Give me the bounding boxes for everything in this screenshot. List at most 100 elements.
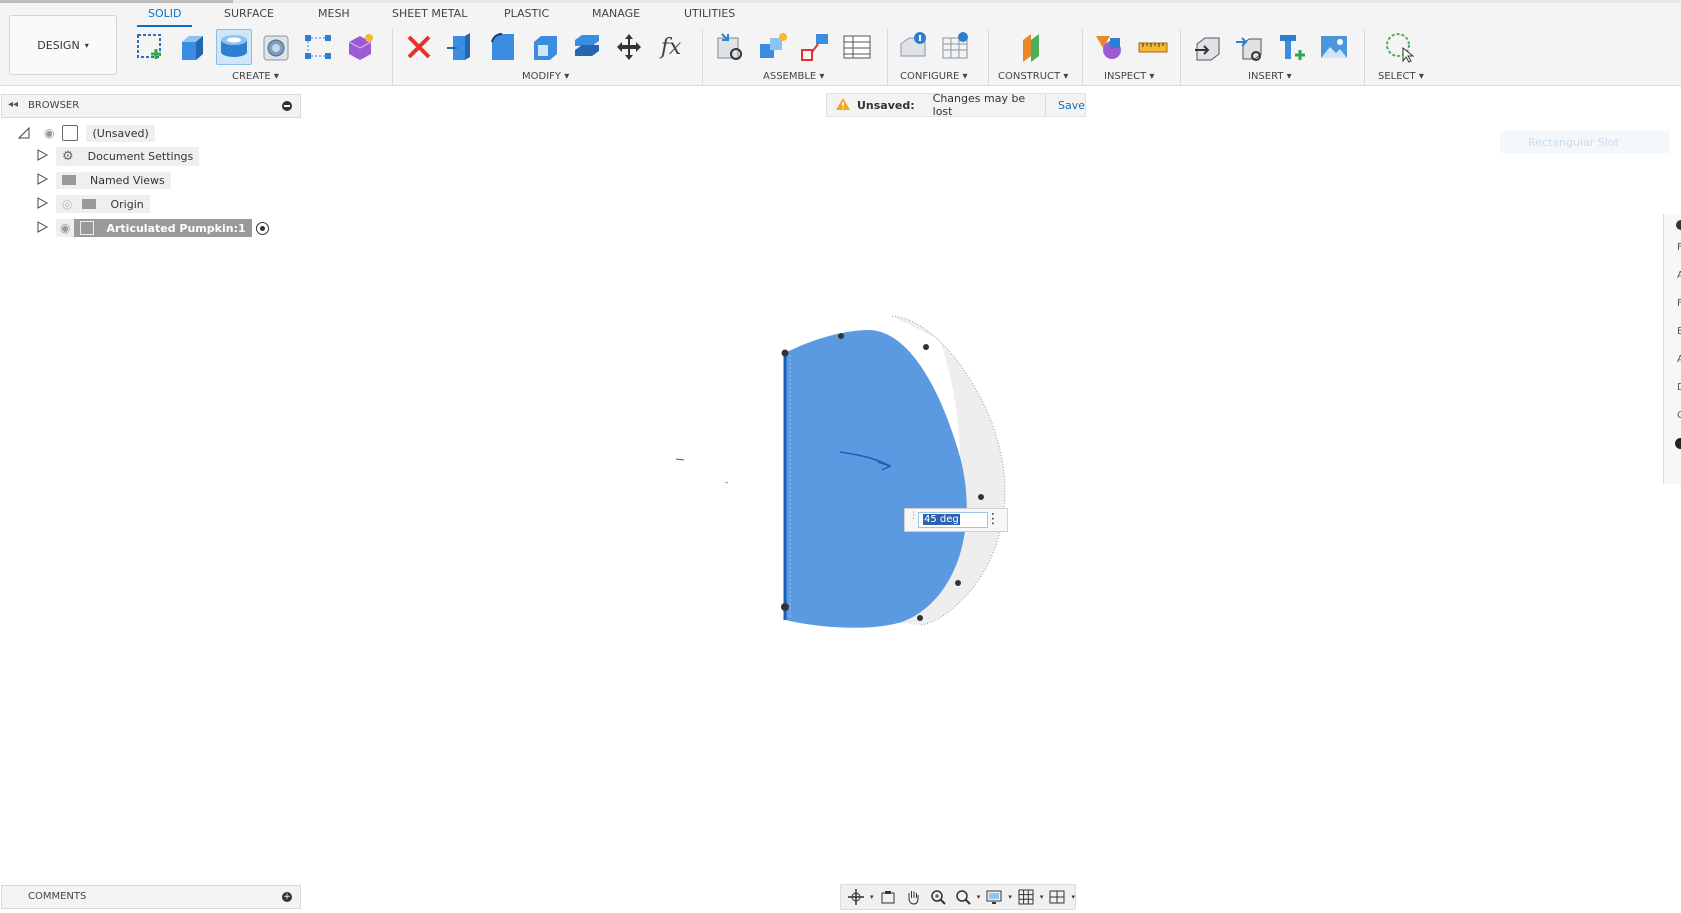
- sketch-point[interactable]: [781, 603, 789, 611]
- angle-input-widget[interactable]: ⋮ 45 deg ⋮: [904, 508, 1008, 532]
- select-lasso-icon: [1386, 33, 1415, 63]
- move-copy-tool[interactable]: [611, 29, 647, 65]
- expand-triangle-icon[interactable]: [36, 220, 49, 236]
- table-grid-icon: [843, 35, 871, 59]
- chevron-down-icon[interactable]: ▾: [1040, 893, 1044, 901]
- collapse-triangle-icon[interactable]: [17, 126, 30, 139]
- chevron-down-icon[interactable]: ▾: [977, 893, 981, 901]
- sketch-point[interactable]: [838, 333, 844, 339]
- revolve-tool[interactable]: [216, 29, 252, 65]
- tab-sheet-metal[interactable]: SHEET METAL: [392, 7, 467, 20]
- shell-tool[interactable]: [527, 29, 563, 65]
- chevron-down-icon[interactable]: ▾: [1071, 893, 1075, 901]
- chevron-down-icon[interactable]: ▾: [870, 893, 874, 901]
- display-settings-icon[interactable]: [983, 887, 1005, 907]
- right-panel-collapse-icon[interactable]: [1676, 220, 1681, 230]
- eye-icon[interactable]: ◉: [60, 221, 70, 235]
- as-built-joint-tool[interactable]: [797, 29, 833, 65]
- joint-icon: [760, 33, 787, 58]
- chevron-down-icon[interactable]: ▾: [1008, 893, 1012, 901]
- change-parameters-tool[interactable]: fx: [653, 29, 689, 65]
- construct-group-label[interactable]: CONSTRUCT ▾: [998, 71, 1068, 82]
- browser-item-named-views[interactable]: Named Views: [36, 170, 171, 190]
- insert-link-icon: [1236, 37, 1262, 61]
- browser-item-pill: ◎ Origin: [56, 195, 150, 213]
- select-group-text: SELECT: [1378, 71, 1416, 82]
- tab-manage[interactable]: MANAGE: [592, 7, 640, 20]
- browser-root-item[interactable]: ◉ (Unsaved): [17, 123, 155, 143]
- configuration-table-tool[interactable]: [938, 29, 974, 65]
- info-icon[interactable]: [1675, 438, 1681, 449]
- pattern-tool[interactable]: [300, 29, 336, 65]
- browser-item-origin[interactable]: ◎ Origin: [36, 194, 150, 214]
- grid-snaps-icon[interactable]: [1015, 887, 1037, 907]
- sketch-point[interactable]: [955, 580, 961, 586]
- plus-circle-icon[interactable]: +: [282, 892, 292, 902]
- insert-group-label[interactable]: INSERT ▾: [1248, 71, 1292, 82]
- extrude-tool[interactable]: [174, 29, 210, 65]
- canvas-tool[interactable]: [1316, 29, 1352, 65]
- browser-panel-header[interactable]: ◂◂ BROWSER: [1, 94, 301, 118]
- browser-item-document-settings[interactable]: ⚙ Document Settings: [36, 146, 200, 166]
- insert-link-tool[interactable]: [1232, 29, 1268, 65]
- press-pull-tool[interactable]: [443, 29, 479, 65]
- assemble-group-label[interactable]: ASSEMBLE ▾: [763, 71, 824, 82]
- create-group-label[interactable]: CREATE ▾: [232, 71, 279, 82]
- insert-derive-tool[interactable]: [1190, 29, 1226, 65]
- eye-icon[interactable]: ◉: [44, 126, 54, 140]
- insert-mcmaster-tool[interactable]: [1274, 29, 1310, 65]
- angle-input-field[interactable]: 45 deg: [918, 512, 988, 528]
- sketch-point[interactable]: [923, 344, 929, 350]
- create-form-tool[interactable]: [342, 29, 378, 65]
- right-panel-letter: D: [1677, 382, 1681, 393]
- collapse-double-arrow-icon[interactable]: ◂◂: [8, 99, 18, 110]
- interference-tool[interactable]: [1091, 29, 1127, 65]
- tab-surface[interactable]: SURFACE: [224, 7, 274, 20]
- browser-item-component[interactable]: ◉ Articulated Pumpkin:1: [36, 218, 269, 238]
- orbit-icon[interactable]: [845, 887, 867, 907]
- fit-icon[interactable]: [952, 887, 974, 907]
- tab-mesh[interactable]: MESH: [318, 7, 350, 20]
- revolve-profile-face[interactable]: [785, 330, 967, 628]
- expand-triangle-icon[interactable]: [36, 148, 49, 164]
- more-options-icon[interactable]: ⋮: [986, 511, 1000, 527]
- select-tool[interactable]: [1382, 29, 1418, 65]
- select-group-label[interactable]: SELECT ▾: [1378, 71, 1424, 82]
- save-link[interactable]: Save: [1058, 99, 1085, 112]
- measure-tool[interactable]: [1135, 29, 1171, 65]
- combine-tool[interactable]: [569, 29, 605, 65]
- sketch-point[interactable]: [781, 349, 789, 357]
- delete-tool[interactable]: [401, 29, 437, 65]
- modify-group-label[interactable]: MODIFY ▾: [522, 71, 569, 82]
- configure-group-label[interactable]: CONFIGURE ▾: [900, 71, 968, 82]
- comments-panel-header[interactable]: COMMENTS +: [1, 885, 301, 909]
- motion-link-tool[interactable]: [839, 29, 875, 65]
- design-workspace-button[interactable]: DESIGN ▾: [9, 15, 117, 75]
- sketch-point[interactable]: [978, 494, 984, 500]
- pan-hand-icon[interactable]: [902, 887, 924, 907]
- tab-solid[interactable]: SOLID: [148, 7, 181, 20]
- fillet-tool[interactable]: [485, 29, 521, 65]
- sketch-point[interactable]: [917, 615, 923, 621]
- hole-tool[interactable]: [258, 29, 294, 65]
- inspect-group-label[interactable]: INSPECT ▾: [1104, 71, 1154, 82]
- function-fx-icon: fx: [660, 34, 682, 60]
- tab-utilities[interactable]: UTILITIES: [684, 7, 735, 20]
- construct-plane-tool[interactable]: [1014, 29, 1050, 65]
- zoom-icon[interactable]: [927, 887, 949, 907]
- configure-tool[interactable]: [896, 29, 932, 65]
- eye-hidden-icon[interactable]: ◎: [62, 197, 72, 211]
- expand-triangle-icon[interactable]: [36, 196, 49, 212]
- activate-radio-icon[interactable]: [255, 221, 269, 235]
- look-at-icon[interactable]: [877, 887, 899, 907]
- minus-circle-icon[interactable]: [282, 101, 292, 111]
- model-viewport[interactable]: [640, 300, 1040, 640]
- right-edge-panel[interactable]: F A F B A D C: [1663, 214, 1681, 484]
- viewports-icon[interactable]: [1046, 887, 1068, 907]
- tab-plastic[interactable]: PLASTIC: [504, 7, 549, 20]
- create-sketch-tool[interactable]: [132, 29, 168, 65]
- joint-tool[interactable]: [755, 29, 791, 65]
- expand-triangle-icon[interactable]: [36, 172, 49, 188]
- new-component-tool[interactable]: [713, 29, 749, 65]
- drag-handle-icon[interactable]: ⋮: [909, 512, 918, 521]
